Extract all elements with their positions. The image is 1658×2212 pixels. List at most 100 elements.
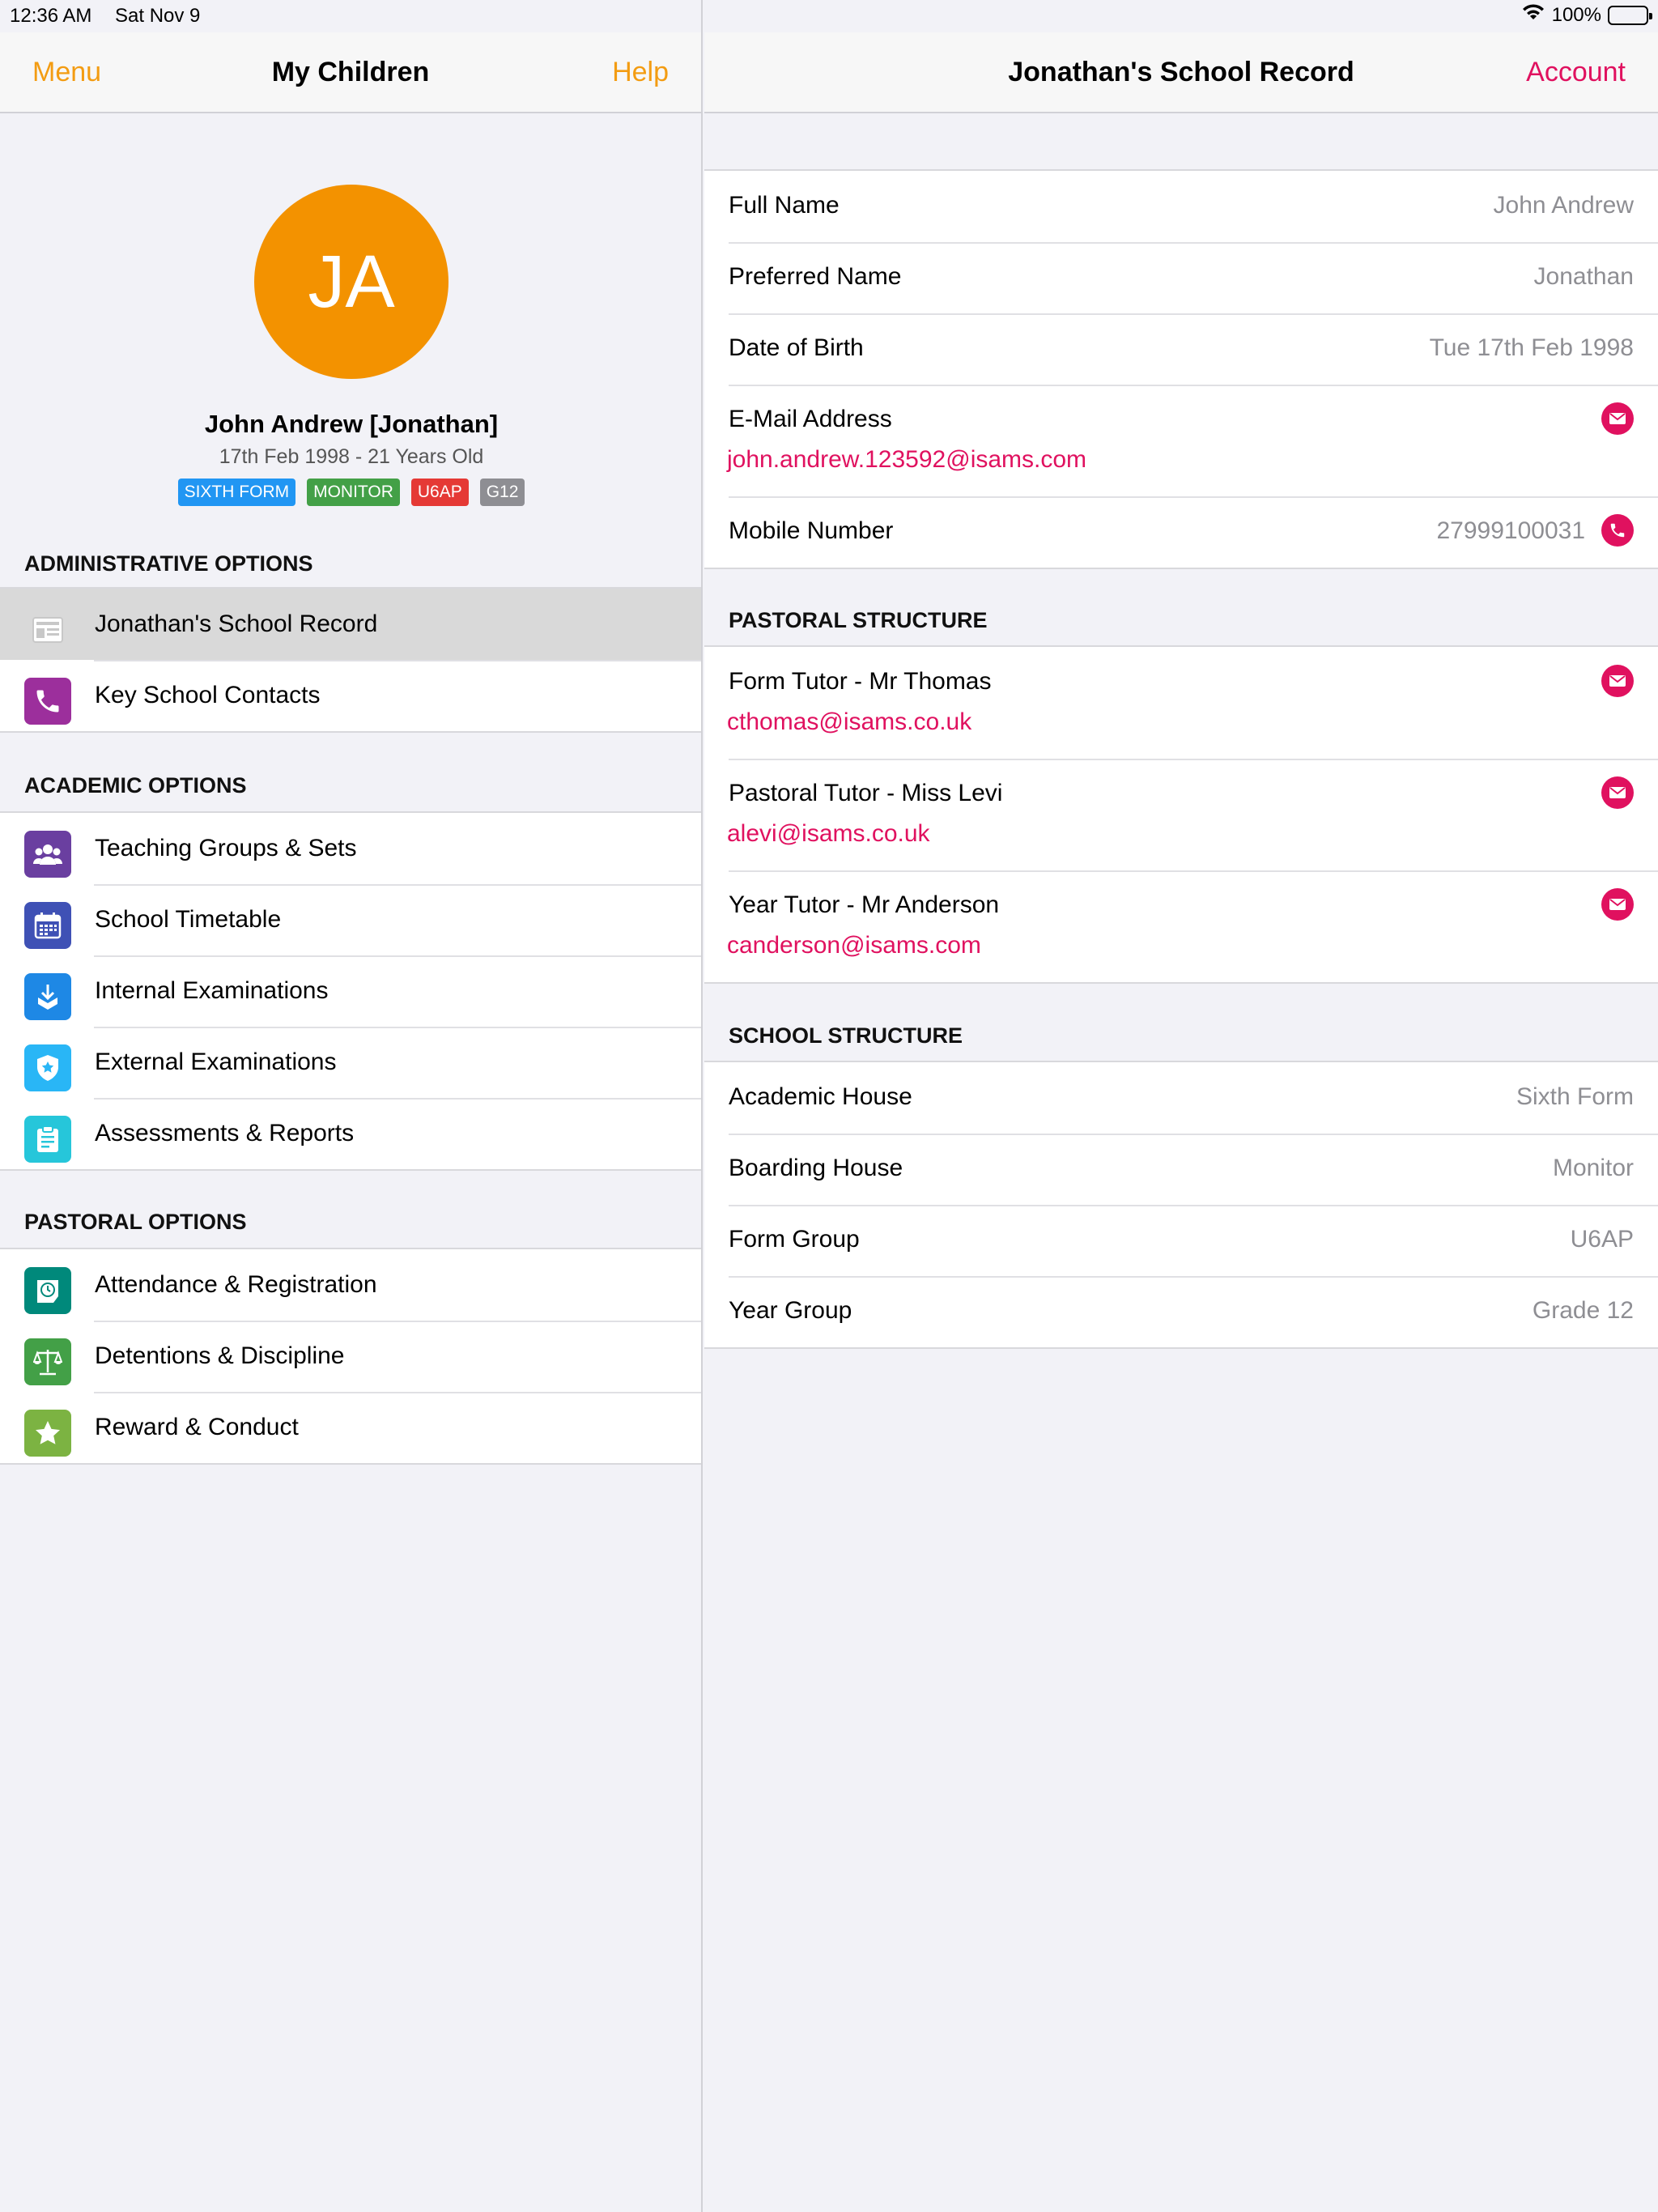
email-link[interactable]: alevi@isams.co.uk [727, 820, 930, 848]
section-header-pastoral: PASTORAL OPTIONS [24, 1210, 247, 1234]
menu-item-teaching-groups[interactable]: Teaching Groups & Sets [0, 813, 701, 884]
menu-item-assessments[interactable]: Assessments & Reports [0, 1098, 701, 1169]
menu-item-timetable[interactable]: School Timetable [0, 884, 701, 955]
field-label: Mobile Number [729, 517, 894, 544]
field-label: Date of Birth [729, 334, 864, 361]
field-label: Year Group [729, 1297, 852, 1324]
menu-item-label: Internal Examinations [95, 977, 329, 1004]
clock-icon [24, 1267, 71, 1314]
email-link[interactable]: cthomas@isams.co.uk [727, 708, 971, 736]
badge-grade: G12 [479, 479, 525, 506]
menu-item-label: Assessments & Reports [95, 1120, 355, 1146]
menu-item-internal-exams[interactable]: Internal Examinations [0, 955, 701, 1027]
menu-item-external-exams[interactable]: External Examinations [0, 1027, 701, 1098]
field-value: Sixth Form [1516, 1083, 1634, 1110]
preferred-name-row: Preferred Name Jonathan [704, 242, 1658, 313]
phone-icon [24, 678, 71, 725]
badge-sixth-form: SIXTH FORM [177, 479, 296, 506]
field-label: Form Group [729, 1226, 860, 1253]
status-indicators: 100% [1521, 3, 1652, 27]
section-header-school-structure: SCHOOL STRUCTURE [729, 1023, 963, 1048]
detail-nav-title: Jonathan's School Record [1008, 57, 1354, 87]
status-time: 12:36 AM [10, 5, 92, 27]
academic-list: Teaching Groups & Sets School Timetable … [0, 811, 701, 1171]
menu-item-school-record[interactable]: Jonathan's School Record [0, 589, 701, 660]
status-bar: 12:36 AM Sat Nov 9 100% [0, 0, 1658, 32]
child-dob: 17th Feb 1998 - 21 Years Old [219, 445, 484, 468]
battery-icon [1608, 5, 1652, 25]
help-button[interactable]: Help [612, 57, 669, 88]
badge-form: U6AP [410, 479, 469, 506]
mail-icon[interactable] [1601, 402, 1634, 435]
field-value: Monitor [1552, 1155, 1634, 1181]
menu-item-label: External Examinations [95, 1049, 337, 1075]
year-tutor-row: Year Tutor - Mr Anderson canderson@isams… [704, 870, 1658, 982]
people-icon [24, 831, 71, 878]
field-label: E-Mail Address [729, 406, 892, 432]
calendar-icon [24, 902, 71, 949]
form-group-row: Form Group U6AP [704, 1205, 1658, 1276]
download-icon [24, 973, 71, 1020]
pastoral-structure: Form Tutor - Mr Thomas cthomas@isams.co.… [704, 645, 1658, 984]
section-header-academic: ACADEMIC OPTIONS [24, 773, 247, 798]
field-label: Pastoral Tutor - Miss Levi [729, 780, 1003, 806]
email-link[interactable]: canderson@isams.com [727, 932, 981, 959]
star-icon [24, 1410, 71, 1457]
field-label: Year Tutor - Mr Anderson [729, 891, 1000, 918]
section-header-pastoral-structure: PASTORAL STRUCTURE [729, 608, 988, 632]
avatar[interactable]: JA [254, 185, 449, 379]
menu-item-label: Key School Contacts [95, 682, 321, 708]
email-link[interactable]: john.andrew.123592@isams.com [727, 446, 1086, 474]
academic-house-row: Academic House Sixth Form [704, 1062, 1658, 1134]
mail-icon[interactable] [1601, 665, 1634, 697]
pastoral-tutor-row: Pastoral Tutor - Miss Levi alevi@isams.c… [704, 759, 1658, 870]
shield-star-icon [24, 1044, 71, 1091]
menu-item-reward[interactable]: Reward & Conduct [0, 1392, 701, 1463]
mail-icon[interactable] [1601, 776, 1634, 809]
menu-item-label: Jonathan's School Record [95, 610, 378, 637]
field-value: U6AP [1570, 1226, 1634, 1253]
menu-item-label: Reward & Conduct [95, 1414, 299, 1440]
field-label: Full Name [729, 192, 840, 219]
scales-icon [24, 1338, 71, 1385]
administrative-list: Jonathan's School Record Key School Cont… [0, 587, 701, 733]
master-pane: Menu My Children Help JA John Andrew [Jo… [0, 0, 703, 2212]
mobile-row: Mobile Number 27999100031 [704, 496, 1658, 568]
full-name-row: Full Name John Andrew [704, 171, 1658, 242]
badge-monitor: MONITOR [307, 479, 400, 506]
school-structure: Academic House Sixth Form Boarding House… [704, 1061, 1658, 1349]
dob-row: Date of Birth Tue 17th Feb 1998 [704, 313, 1658, 385]
year-group-row: Year Group Grade 12 [704, 1276, 1658, 1347]
field-label: Boarding House [729, 1155, 903, 1181]
field-value: Jonathan [1533, 263, 1634, 290]
child-profile: JA John Andrew [Jonathan] 17th Feb 1998 … [0, 185, 703, 506]
wifi-icon [1521, 3, 1545, 27]
menu-item-attendance[interactable]: Attendance & Registration [0, 1249, 701, 1321]
field-value: Grade 12 [1532, 1297, 1634, 1324]
field-value: John Andrew [1493, 192, 1634, 219]
menu-item-label: Teaching Groups & Sets [95, 835, 357, 861]
detail-nav-bar: Jonathan's School Record Account [704, 32, 1658, 113]
email-row: E-Mail Address john.andrew.123592@isams.… [704, 385, 1658, 496]
mail-icon[interactable] [1601, 888, 1634, 921]
child-name: John Andrew [Jonathan] [204, 410, 499, 438]
field-label: Academic House [729, 1083, 912, 1110]
menu-item-label: Detentions & Discipline [95, 1342, 345, 1369]
pastoral-list: Attendance & Registration Detentions & D… [0, 1248, 701, 1465]
school-record-icon [24, 606, 71, 653]
field-value: Tue 17th Feb 1998 [1429, 334, 1634, 361]
master-nav-title: My Children [271, 57, 430, 87]
battery-percent: 100% [1551, 3, 1601, 26]
status-date: Sat Nov 9 [115, 5, 201, 27]
personal-details: Full Name John Andrew Preferred Name Jon… [704, 169, 1658, 569]
field-value: 27999100031 [1436, 517, 1585, 544]
clipboard-icon [24, 1116, 71, 1163]
form-tutor-row: Form Tutor - Mr Thomas cthomas@isams.co.… [704, 647, 1658, 759]
account-button[interactable]: Account [1526, 57, 1626, 88]
menu-item-key-contacts[interactable]: Key School Contacts [0, 660, 701, 731]
menu-item-label: School Timetable [95, 906, 282, 933]
menu-item-detentions[interactable]: Detentions & Discipline [0, 1321, 701, 1392]
boarding-house-row: Boarding House Monitor [704, 1134, 1658, 1205]
detail-pane: Jonathan's School Record Account Full Na… [704, 0, 1658, 2212]
phone-icon[interactable] [1601, 514, 1634, 547]
